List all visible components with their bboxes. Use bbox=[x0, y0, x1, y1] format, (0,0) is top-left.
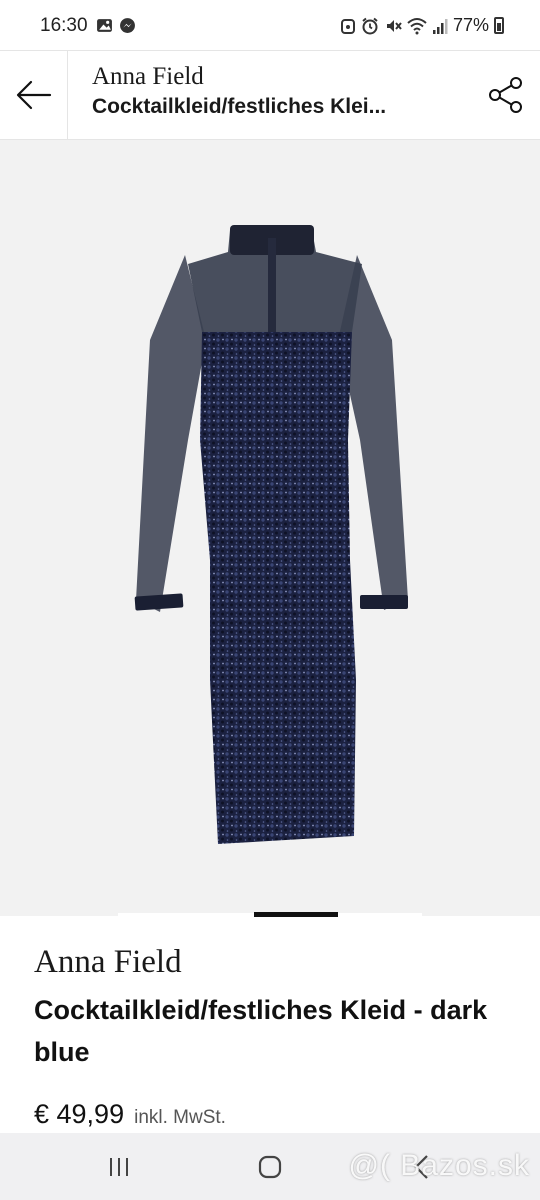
battery-percent: 77% bbox=[452, 15, 489, 35]
system-nav-bar: @( Bazos.sk bbox=[0, 1133, 540, 1200]
gallery-indicator bbox=[0, 910, 540, 918]
product-image bbox=[134, 225, 408, 844]
arrow-left-icon bbox=[16, 80, 51, 110]
watermark: @( Bazos.sk bbox=[348, 1149, 530, 1182]
mute-icon bbox=[386, 19, 402, 32]
status-time: 16:30 bbox=[40, 15, 88, 36]
share-button[interactable] bbox=[486, 73, 526, 117]
header-title: Cocktailkleid/festliches Klei... bbox=[92, 95, 387, 118]
product-image-gallery[interactable] bbox=[0, 140, 540, 916]
header-brand: Anna Field bbox=[92, 63, 204, 90]
back-button[interactable] bbox=[0, 51, 68, 139]
signal-icon bbox=[432, 18, 448, 34]
wifi-icon bbox=[407, 17, 427, 34]
recent-apps-icon bbox=[110, 1158, 128, 1176]
header-text: Anna Field Cocktailkleid/festliches Klei… bbox=[92, 63, 386, 119]
messenger-icon bbox=[120, 18, 135, 33]
product-brand[interactable]: Anna Field bbox=[34, 944, 506, 981]
battery-icon bbox=[494, 17, 504, 34]
tax-note: inkl. MwSt. bbox=[134, 1107, 226, 1128]
alarm-icon bbox=[340, 18, 355, 34]
product-name: Cocktailkleid/festliches Kleid - dark bl… bbox=[34, 995, 488, 1067]
recent-apps-button[interactable] bbox=[89, 1147, 149, 1187]
status-right-icons: 77% bbox=[340, 15, 504, 36]
product-price: € 49,99 bbox=[34, 1099, 125, 1129]
app-header: Anna Field Cocktailkleid/festliches Klei… bbox=[0, 50, 540, 140]
gallery-indicator-active bbox=[254, 912, 338, 917]
gallery-icon bbox=[97, 19, 112, 32]
status-bar: 16:30 77% bbox=[0, 0, 540, 50]
status-left-icons bbox=[96, 17, 136, 34]
price-row: € 49,99 inkl. MwSt. bbox=[34, 1099, 506, 1130]
product-info: Anna Field Cocktailkleid/festliches Klei… bbox=[0, 918, 540, 1133]
alarm-clock-icon bbox=[362, 17, 378, 34]
home-button[interactable] bbox=[240, 1147, 300, 1187]
home-icon bbox=[258, 1155, 282, 1179]
share-icon bbox=[489, 77, 522, 113]
